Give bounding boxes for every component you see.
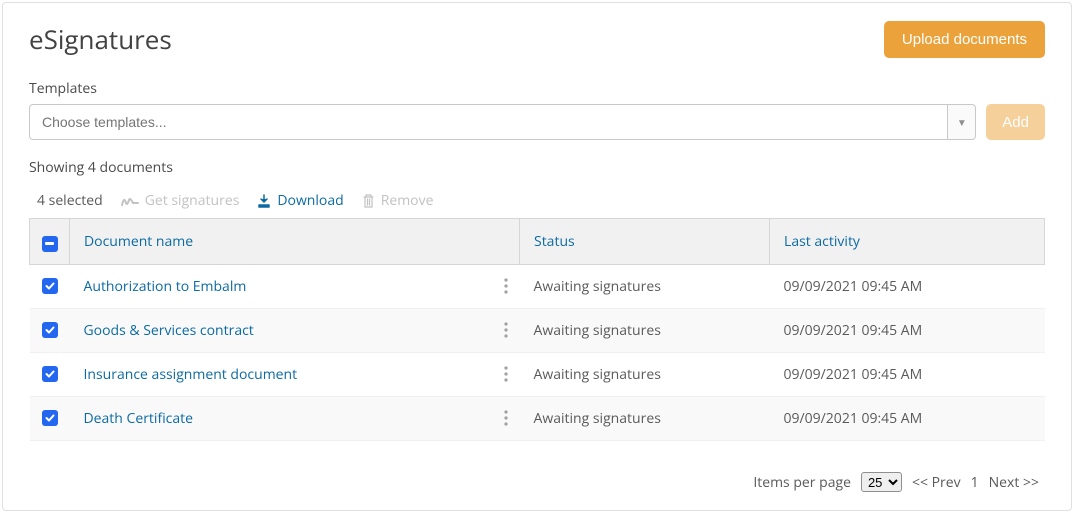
table-row: Goods & Services contract Awaiting signat… xyxy=(30,308,1045,352)
kebab-icon xyxy=(504,410,508,426)
status-cell: Awaiting signatures xyxy=(520,308,770,352)
pagination-footer: Items per page 25 << Prev 1 Next >> xyxy=(753,472,1039,492)
table-row: Authorization to Embalm Awaiting signatur… xyxy=(30,264,1045,308)
activity-cell: 09/09/2021 09:45 AM xyxy=(770,396,1045,440)
status-cell: Awaiting signatures xyxy=(520,352,770,396)
row-actions-menu[interactable] xyxy=(504,410,516,426)
row-actions-menu[interactable] xyxy=(504,366,516,382)
table-row: Insurance assignment document Awaiting si… xyxy=(30,352,1045,396)
download-action[interactable]: Download xyxy=(257,191,343,210)
check-icon xyxy=(45,281,55,291)
prev-page-link[interactable]: << Prev xyxy=(912,473,961,492)
check-icon xyxy=(45,325,55,335)
document-name-link[interactable]: Insurance assignment document xyxy=(84,365,298,384)
status-cell: Awaiting signatures xyxy=(520,264,770,308)
signature-icon xyxy=(121,194,139,208)
document-name-link[interactable]: Authorization to Embalm xyxy=(84,277,247,296)
document-name-link[interactable]: Goods & Services contract xyxy=(84,321,254,340)
page-title: eSignatures xyxy=(29,21,172,57)
download-label: Download xyxy=(277,191,343,210)
row-checkbox[interactable] xyxy=(42,366,58,382)
check-icon xyxy=(45,369,55,379)
kebab-icon xyxy=(504,278,508,294)
row-checkbox[interactable] xyxy=(42,278,58,294)
get-signatures-action: Get signatures xyxy=(121,191,240,210)
kebab-icon xyxy=(504,366,508,382)
download-icon xyxy=(257,194,271,208)
selected-count: 4 selected xyxy=(37,191,103,210)
select-all-checkbox[interactable] xyxy=(42,236,58,252)
templates-select-input[interactable] xyxy=(30,105,947,139)
table-row: Death Certificate Awaiting signatures09/0… xyxy=(30,396,1045,440)
document-name-link[interactable]: Death Certificate xyxy=(84,409,194,428)
next-page-link[interactable]: Next >> xyxy=(989,473,1039,492)
row-checkbox[interactable] xyxy=(42,322,58,338)
row-actions-menu[interactable] xyxy=(504,322,516,338)
column-header-name[interactable]: Document name xyxy=(70,219,520,265)
showing-count: Showing 4 documents xyxy=(29,158,1045,177)
row-checkbox[interactable] xyxy=(42,410,58,426)
kebab-icon xyxy=(504,322,508,338)
upload-documents-button[interactable]: Upload documents xyxy=(884,21,1045,58)
items-per-page-select[interactable]: 25 xyxy=(861,472,902,492)
templates-select[interactable]: ▼ xyxy=(29,104,976,140)
activity-cell: 09/09/2021 09:45 AM xyxy=(770,352,1045,396)
current-page: 1 xyxy=(971,473,979,492)
documents-table: Document name Status Last activity Autho… xyxy=(29,218,1045,441)
column-header-activity[interactable]: Last activity xyxy=(770,219,1045,265)
status-cell: Awaiting signatures xyxy=(520,396,770,440)
bulk-toolbar: 4 selected Get signatures Download Remov… xyxy=(29,191,1045,218)
row-actions-menu[interactable] xyxy=(504,278,516,294)
activity-cell: 09/09/2021 09:45 AM xyxy=(770,308,1045,352)
remove-action: Remove xyxy=(362,191,434,210)
activity-cell: 09/09/2021 09:45 AM xyxy=(770,264,1045,308)
add-template-button[interactable]: Add xyxy=(986,104,1045,140)
dropdown-caret-icon[interactable]: ▼ xyxy=(947,105,975,139)
remove-label: Remove xyxy=(381,191,434,210)
trash-icon xyxy=(362,194,375,208)
get-signatures-label: Get signatures xyxy=(145,191,240,210)
check-icon xyxy=(45,413,55,423)
indeterminate-icon xyxy=(45,242,54,245)
column-header-status[interactable]: Status xyxy=(520,219,770,265)
templates-label: Templates xyxy=(29,79,1045,98)
esignatures-panel: eSignatures Upload documents Templates ▼… xyxy=(2,2,1072,511)
items-per-page-label: Items per page xyxy=(753,473,851,492)
